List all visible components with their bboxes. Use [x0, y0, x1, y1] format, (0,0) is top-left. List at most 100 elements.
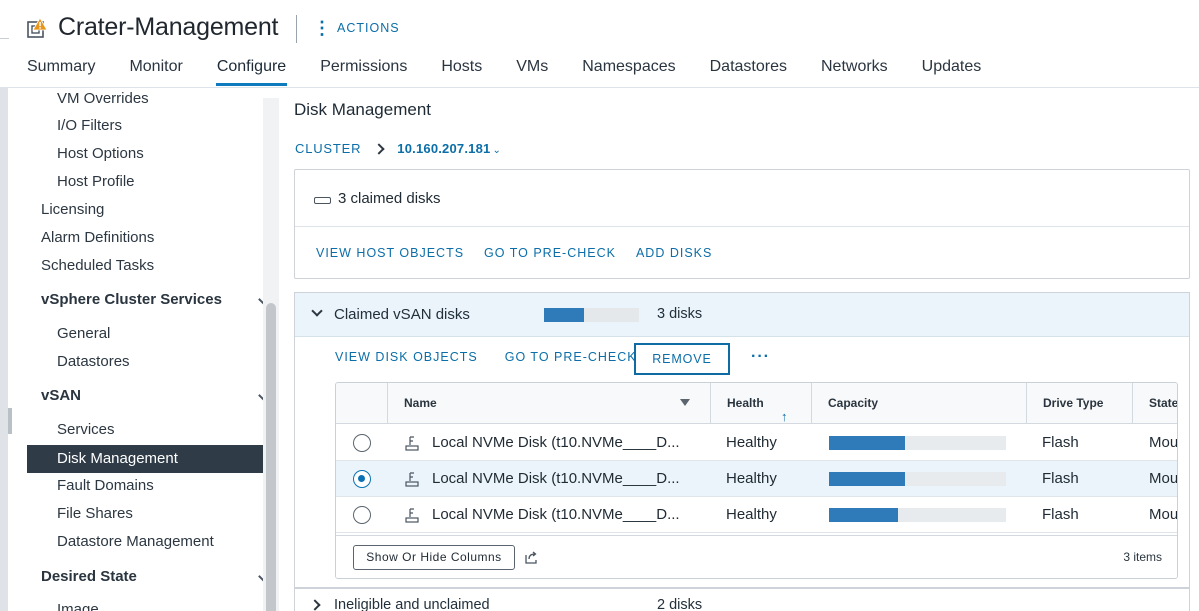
- row-select-radio[interactable]: [353, 434, 371, 452]
- host-selector[interactable]: 10.160.207.181 ⌄: [397, 141, 501, 156]
- caret-down-icon: ⌄: [492, 145, 502, 156]
- claimed-usage-fill: [544, 308, 584, 322]
- export-icon[interactable]: [523, 549, 539, 565]
- show-hide-columns-button[interactable]: Show Or Hide Columns: [353, 545, 515, 570]
- state-cell: Mounted: [1149, 434, 1178, 451]
- column-header-capacity[interactable]: Capacity: [811, 383, 1026, 424]
- claimed-disks-text: 3 claimed disks: [338, 190, 441, 207]
- more-actions-icon[interactable]: ···: [751, 348, 770, 366]
- object-title: Crater-Management: [58, 13, 279, 41]
- sidebar-item-disk-management[interactable]: Disk Management: [27, 445, 263, 473]
- sidebar-group-vsan[interactable]: vSAN: [41, 382, 277, 410]
- disks-datagrid: Name Health ↑ Capacity Drive Type State: [335, 382, 1178, 579]
- column-header-state[interactable]: State: [1132, 383, 1177, 424]
- add-disks-link[interactable]: ADD DISKS: [636, 246, 712, 260]
- go-to-pre-check-link[interactable]: GO TO PRE-CHECK: [484, 246, 616, 260]
- pane-resize-handle[interactable]: [8, 408, 12, 434]
- disk-health-cell: Healthy: [726, 470, 777, 487]
- tab-summary[interactable]: Summary: [27, 57, 95, 88]
- sidebar-item-vm-overrides[interactable]: VM Overrides: [57, 88, 149, 113]
- scrollbar-thumb[interactable]: [266, 303, 276, 611]
- view-disk-objects-link[interactable]: VIEW DISK OBJECTS: [335, 350, 478, 364]
- cluster-warning-icon: [27, 17, 48, 38]
- header-divider-stub: [0, 38, 9, 39]
- sidebar-item-file-shares[interactable]: File Shares: [57, 500, 133, 528]
- disk-health-cell: Healthy: [726, 506, 777, 523]
- tab-namespaces[interactable]: Namespaces: [582, 57, 675, 88]
- tab-hosts[interactable]: Hosts: [441, 57, 482, 88]
- sidebar-item-host-options[interactable]: Host Options: [57, 140, 144, 168]
- tab-monitor[interactable]: Monitor: [129, 57, 182, 88]
- actions-label: ACTIONS: [337, 21, 400, 35]
- sidebar-group-label: Desired State: [41, 568, 137, 585]
- disk-icon: [314, 197, 331, 204]
- chevron-down-icon: [311, 305, 323, 317]
- column-header-name[interactable]: Name: [387, 383, 710, 424]
- inventory-pane-edge: [0, 88, 12, 611]
- flash-disk-icon: [405, 472, 419, 487]
- summary-actions: VIEW HOST OBJECTS GO TO PRE-CHECK ADD DI…: [316, 246, 732, 260]
- column-header-health[interactable]: Health ↑: [710, 383, 811, 424]
- claimed-usage-bar: [544, 308, 639, 322]
- sidebar-item-image[interactable]: Image: [57, 596, 99, 611]
- sidebar-item-datastores[interactable]: Datastores: [57, 348, 130, 376]
- capacity-fill: [829, 472, 906, 486]
- tab-permissions[interactable]: Permissions: [320, 57, 407, 88]
- table-row[interactable]: Local NVMe Disk (t10.NVMe____D... Health…: [336, 497, 1177, 533]
- claimed-disk-count: 3 disks: [657, 306, 703, 322]
- row-select-radio[interactable]: [353, 470, 371, 488]
- sidebar-item-scheduled-tasks[interactable]: Scheduled Tasks: [41, 252, 154, 280]
- sidebar-item-io-filters[interactable]: I/O Filters: [57, 112, 122, 140]
- select-column-header: [336, 383, 387, 424]
- card-divider: [295, 226, 1189, 227]
- flash-disk-icon: [405, 508, 419, 523]
- tab-datastores[interactable]: Datastores: [710, 57, 787, 88]
- tab-updates[interactable]: Updates: [922, 57, 982, 88]
- disk-actions: VIEW DISK OBJECTS GO TO PRE-CHECK: [335, 350, 664, 364]
- disk-management-view: Disk Management CLUSTER 10.160.207.181 ⌄ …: [294, 88, 1199, 611]
- table-row[interactable]: Local NVMe Disk (t10.NVMe____D... Health…: [336, 461, 1177, 497]
- go-to-pre-check-link[interactable]: GO TO PRE-CHECK: [505, 350, 637, 364]
- claimed-vsan-disks-panel: Claimed vSAN disks 3 disks VIEW DISK OBJ…: [294, 292, 1190, 588]
- sidebar-item-licensing[interactable]: Licensing: [41, 196, 104, 224]
- datagrid-footer: Show Or Hide Columns 3 items: [336, 535, 1177, 578]
- chevron-right-icon: [309, 599, 321, 611]
- sidebar-item-fault-domains[interactable]: Fault Domains: [57, 472, 154, 500]
- host-selector-label: 10.160.207.181: [397, 141, 491, 156]
- claimed-summary-card: 3 claimed disks VIEW HOST OBJECTS GO TO …: [294, 169, 1190, 279]
- page-title: Disk Management: [294, 100, 432, 119]
- drive-type-cell: Flash: [1042, 434, 1079, 451]
- tab-networks[interactable]: Networks: [821, 57, 888, 88]
- flash-disk-icon: [405, 436, 419, 451]
- sidebar-item-services[interactable]: Services: [57, 416, 115, 444]
- title-separator: [296, 15, 297, 43]
- breadcrumb-cluster-link[interactable]: CLUSTER: [295, 141, 361, 156]
- sidebar-scrollbar[interactable]: [263, 98, 279, 611]
- capacity-fill: [829, 508, 899, 522]
- claimed-group-header[interactable]: Claimed vSAN disks 3 disks: [295, 293, 1189, 337]
- remove-disk-button[interactable]: REMOVE DISK: [634, 343, 730, 394]
- table-row[interactable]: Local NVMe Disk (t10.NVMe____D... Health…: [336, 425, 1178, 461]
- filter-icon[interactable]: [680, 399, 690, 406]
- drive-type-cell: Flash: [1042, 470, 1079, 487]
- sidebar-item-datastore-management[interactable]: Datastore Management: [57, 528, 214, 556]
- sidebar-group-label: vSphere Cluster Services: [41, 291, 222, 308]
- column-header-drive-type[interactable]: Drive Type: [1026, 383, 1132, 424]
- view-host-objects-link[interactable]: VIEW HOST OBJECTS: [316, 246, 464, 260]
- drive-type-cell: Flash: [1042, 506, 1079, 523]
- capacity-bar: [829, 436, 1006, 450]
- tab-vms[interactable]: VMs: [516, 57, 548, 88]
- datagrid-header: Name Health ↑ Capacity Drive Type State: [336, 383, 1177, 424]
- actions-menu[interactable]: ⋮ ACTIONS: [313, 19, 400, 37]
- sidebar-group-desired-state[interactable]: Desired State: [41, 563, 277, 591]
- kebab-icon: ⋮: [313, 18, 331, 38]
- tab-configure[interactable]: Configure: [215, 57, 288, 88]
- sidebar-group-vsphere-cluster-services[interactable]: vSphere Cluster Services: [41, 286, 277, 314]
- row-select-radio[interactable]: [353, 506, 371, 524]
- sidebar-item-host-profile[interactable]: Host Profile: [57, 168, 135, 196]
- ineligible-unclaimed-group-header[interactable]: Ineligible and unclaimed 2 disks: [294, 588, 1190, 611]
- capacity-fill: [829, 436, 906, 450]
- sidebar-item-general[interactable]: General: [57, 320, 110, 348]
- disk-health-cell: Healthy: [726, 434, 777, 451]
- sidebar-item-alarm-definitions[interactable]: Alarm Definitions: [41, 224, 154, 252]
